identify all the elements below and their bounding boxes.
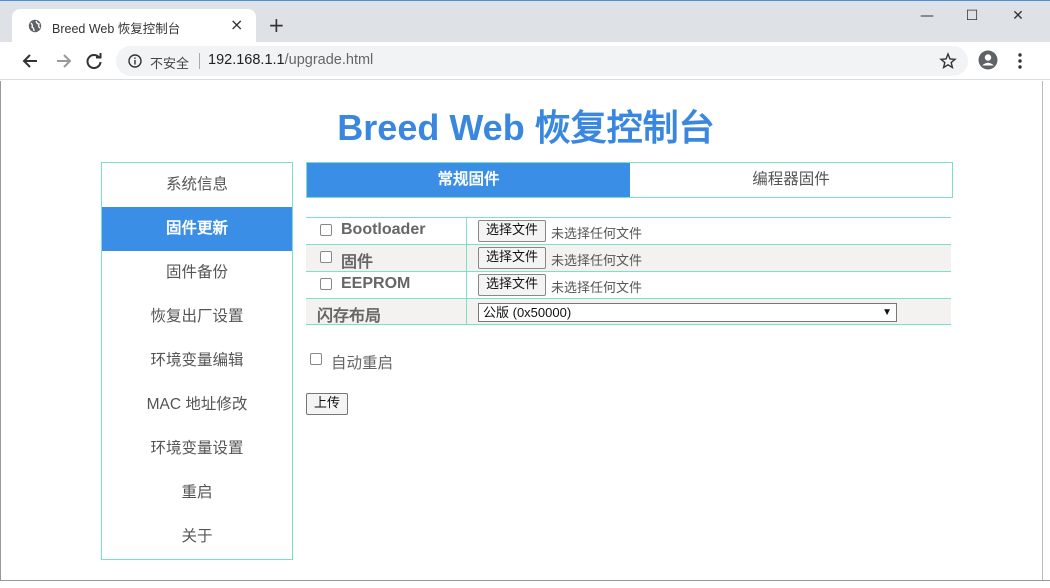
row-label: EEPROM xyxy=(341,275,411,292)
row-label: 固件 xyxy=(341,254,374,271)
choose-file-button[interactable]: 选择文件 xyxy=(478,274,547,296)
sidebar-item-env-settings[interactable]: 环境变量设置 xyxy=(102,427,292,471)
browser-tab[interactable]: Breed Web 恢复控制台 × xyxy=(12,9,256,43)
row-label-cell: EEPROM xyxy=(306,272,467,298)
star-icon[interactable] xyxy=(939,52,957,70)
row-label-cell: 闪存布局 xyxy=(306,299,467,325)
url-host: 192.168.1.1 xyxy=(208,52,285,68)
sidebar-item-about[interactable]: 关于 xyxy=(102,515,292,559)
forward-arrow-icon[interactable] xyxy=(52,50,74,72)
globe-icon xyxy=(28,19,42,33)
dropdown-arrow-icon: ▼ xyxy=(882,307,892,318)
window-bottom-edge xyxy=(0,580,1050,581)
auto-reboot-checkbox[interactable] xyxy=(310,353,322,365)
auto-reboot-label: 自动重启 xyxy=(331,355,394,372)
tab-regular-firmware[interactable]: 常规固件 xyxy=(307,163,630,197)
bootloader-checkbox[interactable] xyxy=(320,224,332,236)
page-edge xyxy=(1042,81,1043,581)
tab-close-button[interactable]: × xyxy=(230,17,243,33)
reload-icon[interactable] xyxy=(83,50,105,72)
address-separator xyxy=(199,53,200,69)
row-label: Bootloader xyxy=(341,221,426,238)
eeprom-checkbox[interactable] xyxy=(320,278,332,290)
minimize-button[interactable]: — xyxy=(917,7,937,25)
sidebar-item-firmware-backup[interactable]: 固件备份 xyxy=(102,251,292,295)
choose-file-button[interactable]: 选择文件 xyxy=(478,220,547,242)
profile-icon[interactable] xyxy=(978,50,998,70)
flash-layout-value: 公版 (0x50000) xyxy=(483,305,572,320)
row-label-cell: Bootloader xyxy=(306,218,467,244)
upload-button[interactable]: 上传 xyxy=(306,393,349,415)
sidebar-item-factory-reset[interactable]: 恢复出厂设置 xyxy=(102,295,292,339)
page-viewport: Breed Web 恢复控制台 系统信息 固件更新 固件备份 恢复出厂设置 环境… xyxy=(0,81,1044,581)
sidebar-item-system-info[interactable]: 系统信息 xyxy=(102,163,292,207)
firmware-checkbox[interactable] xyxy=(320,251,332,263)
maximize-button[interactable]: ☐ xyxy=(962,7,982,25)
new-tab-button[interactable]: + xyxy=(268,15,285,35)
choose-file-button[interactable]: 选择文件 xyxy=(478,247,547,269)
table-row: EEPROM 选择文件 未选择任何文件 xyxy=(306,271,951,298)
table-row: 固件 选择文件 未选择任何文件 xyxy=(306,244,951,271)
flash-layout-label: 闪存布局 xyxy=(317,308,382,325)
sidebar-item-reboot[interactable]: 重启 xyxy=(102,471,292,515)
table-row: 闪存布局 公版 (0x50000) ▼ xyxy=(306,298,951,325)
page-title: Breed Web 恢复控制台 xyxy=(337,107,715,148)
table-row: Bootloader 选择文件 未选择任何文件 xyxy=(306,217,951,244)
address-bar[interactable]: 不安全 192.168.1.1/upgrade.html xyxy=(116,46,968,76)
close-window-button[interactable]: ✕ xyxy=(1008,7,1028,25)
info-icon[interactable] xyxy=(128,54,142,68)
flash-layout-select[interactable]: 公版 (0x50000) ▼ xyxy=(478,303,897,322)
more-icon[interactable] xyxy=(1016,52,1024,70)
sidebar-item-env-edit[interactable]: 环境变量编辑 xyxy=(102,339,292,383)
browser-toolbar: 不安全 192.168.1.1/upgrade.html xyxy=(0,42,1050,80)
url-path: /upgrade.html xyxy=(284,52,374,68)
file-status: 未选择任何文件 xyxy=(551,281,643,296)
tab-programmer-firmware[interactable]: 编程器固件 xyxy=(630,163,952,197)
insecure-label: 不安全 xyxy=(150,56,190,71)
firmware-tabs: 常规固件 编程器固件 xyxy=(306,162,953,198)
url-text[interactable]: 192.168.1.1/upgrade.html xyxy=(208,52,373,68)
sidebar-nav: 系统信息 固件更新 固件备份 恢复出厂设置 环境变量编辑 MAC 地址修改 环境… xyxy=(101,162,293,560)
sidebar-item-mac-edit[interactable]: MAC 地址修改 xyxy=(102,383,292,427)
tab-title: Breed Web 恢复控制台 xyxy=(52,22,181,36)
browser-window: Breed Web 恢复控制台 × + — ☐ ✕ 不安全 192.168.1. xyxy=(0,0,1050,588)
file-status: 未选择任何文件 xyxy=(551,254,643,269)
tab-strip: Breed Web 恢复控制台 × + — ☐ ✕ xyxy=(0,0,1050,43)
sidebar-item-firmware-update[interactable]: 固件更新 xyxy=(102,207,292,251)
background-window-edge xyxy=(1,81,9,581)
back-arrow-icon[interactable] xyxy=(20,50,42,72)
file-status: 未选择任何文件 xyxy=(551,227,643,242)
row-label-cell: 固件 xyxy=(306,245,467,271)
